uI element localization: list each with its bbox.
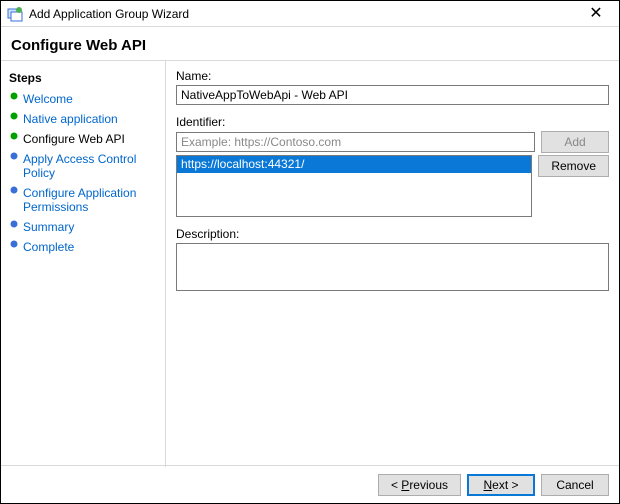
identifier-listbox[interactable]: https://localhost:44321/ <box>176 155 532 217</box>
previous-button[interactable]: < Previous <box>378 474 461 496</box>
page-title: Configure Web API <box>1 27 619 61</box>
bullet-icon <box>9 112 19 120</box>
identifier-label: Identifier: <box>176 115 609 129</box>
app-icon <box>7 6 23 22</box>
wizard-footer: < Previous Next > Cancel <box>1 465 619 503</box>
list-item[interactable]: https://localhost:44321/ <box>177 156 531 173</box>
close-icon[interactable]: ✕ <box>579 6 613 22</box>
step-label: Configure Application Permissions <box>23 186 161 214</box>
add-button[interactable]: Add <box>541 131 609 153</box>
steps-header: Steps <box>5 69 165 89</box>
bullet-icon <box>9 220 19 228</box>
step-label: Welcome <box>23 92 161 106</box>
step-native-application[interactable]: Native application <box>5 109 165 129</box>
step-welcome[interactable]: Welcome <box>5 89 165 109</box>
name-input[interactable] <box>176 85 609 105</box>
step-configure-application-permissions[interactable]: Configure Application Permissions <box>5 183 165 217</box>
description-input[interactable] <box>176 243 609 291</box>
cancel-button[interactable]: Cancel <box>541 474 609 496</box>
wizard-body: Steps Welcome Native application Configu… <box>1 61 619 467</box>
next-button[interactable]: Next > <box>467 474 535 496</box>
step-configure-web-api[interactable]: Configure Web API <box>5 129 165 149</box>
bullet-icon <box>9 240 19 248</box>
bullet-icon <box>9 92 19 100</box>
steps-sidebar: Steps Welcome Native application Configu… <box>1 61 166 467</box>
step-complete[interactable]: Complete <box>5 237 165 257</box>
bullet-icon <box>9 152 19 160</box>
identifier-input[interactable] <box>176 132 535 152</box>
step-summary[interactable]: Summary <box>5 217 165 237</box>
bullet-icon <box>9 132 19 140</box>
step-label: Apply Access Control Policy <box>23 152 161 180</box>
step-label: Configure Web API <box>23 132 161 146</box>
step-apply-access-control-policy[interactable]: Apply Access Control Policy <box>5 149 165 183</box>
titlebar: Add Application Group Wizard ✕ <box>1 1 619 27</box>
description-label: Description: <box>176 227 609 241</box>
step-label: Summary <box>23 220 161 234</box>
name-label: Name: <box>176 69 609 83</box>
remove-button[interactable]: Remove <box>538 155 609 177</box>
step-label: Complete <box>23 240 161 254</box>
window-title: Add Application Group Wizard <box>29 7 579 21</box>
bullet-icon <box>9 186 19 194</box>
step-label: Native application <box>23 112 161 126</box>
form-panel: Name: Identifier: Add https://localhost:… <box>166 61 619 467</box>
